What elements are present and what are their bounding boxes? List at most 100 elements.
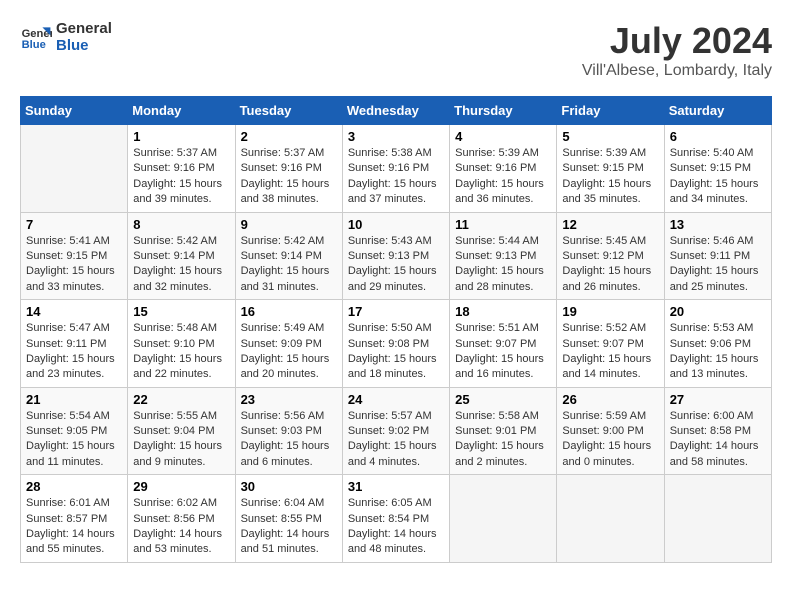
calendar-cell: 28 Sunrise: 6:01 AM Sunset: 8:57 PM Dayli…: [21, 475, 128, 563]
day-info: Sunrise: 5:59 AM Sunset: 9:00 PM Dayligh…: [562, 409, 658, 471]
calendar-cell: 23 Sunrise: 5:56 AM Sunset: 9:03 PM Dayli…: [235, 387, 342, 475]
calendar-cell: 10Sunrise: 5:43 AM Sunset: 9:13 PM Dayli…: [342, 212, 449, 300]
calendar-cell: 31 Sunrise: 6:05 AM Sunset: 8:54 PM Dayli…: [342, 475, 449, 563]
day-info: Sunrise: 5:52 AM Sunset: 9:07 PM Dayligh…: [562, 321, 658, 383]
day-number: 28: [26, 479, 122, 494]
logo-blue: Blue: [56, 37, 112, 54]
day-info: Sunrise: 5:43 AM Sunset: 9:13 PM Dayligh…: [348, 234, 444, 296]
day-number: 12: [562, 217, 658, 232]
day-info: Sunrise: 6:01 AM Sunset: 8:57 PM Dayligh…: [26, 496, 122, 558]
calendar-week-5: 28 Sunrise: 6:01 AM Sunset: 8:57 PM Dayli…: [21, 475, 772, 563]
day-number: 21: [26, 392, 122, 407]
day-number: 20: [670, 304, 766, 319]
weekday-header-wednesday: Wednesday: [342, 97, 449, 125]
calendar-cell: 26 Sunrise: 5:59 AM Sunset: 9:00 PM Dayli…: [557, 387, 664, 475]
day-info: Sunrise: 5:37 AM Sunset: 9:16 PM Dayligh…: [133, 146, 229, 208]
day-number: 23: [241, 392, 337, 407]
day-info: Sunrise: 5:53 AM Sunset: 9:06 PM Dayligh…: [670, 321, 766, 383]
day-info: Sunrise: 5:42 AM Sunset: 9:14 PM Dayligh…: [133, 234, 229, 296]
weekday-header-row: SundayMondayTuesdayWednesdayThursdayFrid…: [21, 97, 772, 125]
day-info: Sunrise: 5:58 AM Sunset: 9:01 PM Dayligh…: [455, 409, 551, 471]
calendar-cell: 20 Sunrise: 5:53 AM Sunset: 9:06 PM Dayli…: [664, 300, 771, 388]
calendar-cell: 7 Sunrise: 5:41 AM Sunset: 9:15 PM Daylig…: [21, 212, 128, 300]
calendar-cell: 24Sunrise: 5:57 AM Sunset: 9:02 PM Dayli…: [342, 387, 449, 475]
day-info: Sunrise: 5:54 AM Sunset: 9:05 PM Dayligh…: [26, 409, 122, 471]
calendar-week-2: 7 Sunrise: 5:41 AM Sunset: 9:15 PM Daylig…: [21, 212, 772, 300]
calendar-cell: 16 Sunrise: 5:49 AM Sunset: 9:09 PM Dayli…: [235, 300, 342, 388]
svg-text:Blue: Blue: [22, 39, 46, 51]
day-number: 2: [241, 129, 337, 144]
calendar-cell: 13 Sunrise: 5:46 AM Sunset: 9:11 PM Dayli…: [664, 212, 771, 300]
day-number: 4: [455, 129, 551, 144]
day-number: 17: [348, 304, 444, 319]
day-info: Sunrise: 5:50 AM Sunset: 9:08 PM Dayligh…: [348, 321, 444, 383]
day-info: Sunrise: 5:51 AM Sunset: 9:07 PM Dayligh…: [455, 321, 551, 383]
day-number: 6: [670, 129, 766, 144]
calendar-week-4: 21 Sunrise: 5:54 AM Sunset: 9:05 PM Dayli…: [21, 387, 772, 475]
weekday-header-sunday: Sunday: [21, 97, 128, 125]
day-number: 13: [670, 217, 766, 232]
calendar-cell: 12 Sunrise: 5:45 AM Sunset: 9:12 PM Dayli…: [557, 212, 664, 300]
day-number: 16: [241, 304, 337, 319]
day-number: 11: [455, 217, 551, 232]
day-info: Sunrise: 5:49 AM Sunset: 9:09 PM Dayligh…: [241, 321, 337, 383]
day-number: 15: [133, 304, 229, 319]
location: Vill'Albese, Lombardy, Italy: [582, 62, 772, 80]
weekday-header-thursday: Thursday: [450, 97, 557, 125]
weekday-header-friday: Friday: [557, 97, 664, 125]
day-info: Sunrise: 6:05 AM Sunset: 8:54 PM Dayligh…: [348, 496, 444, 558]
calendar-week-1: 1Sunrise: 5:37 AM Sunset: 9:16 PM Daylig…: [21, 125, 772, 213]
calendar-cell: 2Sunrise: 5:37 AM Sunset: 9:16 PM Daylig…: [235, 125, 342, 213]
day-number: 29: [133, 479, 229, 494]
calendar-cell: 1Sunrise: 5:37 AM Sunset: 9:16 PM Daylig…: [128, 125, 235, 213]
calendar-cell: 15 Sunrise: 5:48 AM Sunset: 9:10 PM Dayli…: [128, 300, 235, 388]
calendar-cell: [557, 475, 664, 563]
logo-icon: General Blue: [20, 21, 52, 53]
day-number: 5: [562, 129, 658, 144]
page-header: General Blue General Blue July 2024 Vill…: [20, 20, 772, 80]
day-info: Sunrise: 5:40 AM Sunset: 9:15 PM Dayligh…: [670, 146, 766, 208]
calendar-cell: [21, 125, 128, 213]
weekday-header-tuesday: Tuesday: [235, 97, 342, 125]
day-info: Sunrise: 5:55 AM Sunset: 9:04 PM Dayligh…: [133, 409, 229, 471]
day-info: Sunrise: 5:46 AM Sunset: 9:11 PM Dayligh…: [670, 234, 766, 296]
day-info: Sunrise: 5:45 AM Sunset: 9:12 PM Dayligh…: [562, 234, 658, 296]
calendar-cell: 17 Sunrise: 5:50 AM Sunset: 9:08 PM Dayli…: [342, 300, 449, 388]
calendar-cell: 14Sunrise: 5:47 AM Sunset: 9:11 PM Dayli…: [21, 300, 128, 388]
calendar-cell: [450, 475, 557, 563]
calendar-cell: 30Sunrise: 6:04 AM Sunset: 8:55 PM Dayli…: [235, 475, 342, 563]
day-info: Sunrise: 5:48 AM Sunset: 9:10 PM Dayligh…: [133, 321, 229, 383]
calendar-cell: 19Sunrise: 5:52 AM Sunset: 9:07 PM Dayli…: [557, 300, 664, 388]
day-number: 31: [348, 479, 444, 494]
calendar-cell: 9 Sunrise: 5:42 AM Sunset: 9:14 PM Daylig…: [235, 212, 342, 300]
day-number: 25: [455, 392, 551, 407]
calendar-cell: 21 Sunrise: 5:54 AM Sunset: 9:05 PM Dayli…: [21, 387, 128, 475]
day-number: 9: [241, 217, 337, 232]
title-block: July 2024 Vill'Albese, Lombardy, Italy: [582, 20, 772, 80]
logo-general: General: [56, 20, 112, 37]
calendar-cell: 25 Sunrise: 5:58 AM Sunset: 9:01 PM Dayli…: [450, 387, 557, 475]
month-title: July 2024: [582, 20, 772, 62]
logo: General Blue General Blue: [20, 20, 112, 54]
calendar-cell: [664, 475, 771, 563]
day-number: 22: [133, 392, 229, 407]
calendar-table: SundayMondayTuesdayWednesdayThursdayFrid…: [20, 96, 772, 563]
day-number: 30: [241, 479, 337, 494]
day-info: Sunrise: 5:38 AM Sunset: 9:16 PM Dayligh…: [348, 146, 444, 208]
day-info: Sunrise: 5:44 AM Sunset: 9:13 PM Dayligh…: [455, 234, 551, 296]
day-info: Sunrise: 5:42 AM Sunset: 9:14 PM Dayligh…: [241, 234, 337, 296]
calendar-cell: 4 Sunrise: 5:39 AM Sunset: 9:16 PM Daylig…: [450, 125, 557, 213]
day-number: 7: [26, 217, 122, 232]
calendar-cell: 11 Sunrise: 5:44 AM Sunset: 9:13 PM Dayli…: [450, 212, 557, 300]
day-info: Sunrise: 5:56 AM Sunset: 9:03 PM Dayligh…: [241, 409, 337, 471]
day-info: Sunrise: 5:57 AM Sunset: 9:02 PM Dayligh…: [348, 409, 444, 471]
day-info: Sunrise: 5:39 AM Sunset: 9:16 PM Dayligh…: [455, 146, 551, 208]
calendar-cell: 22 Sunrise: 5:55 AM Sunset: 9:04 PM Dayli…: [128, 387, 235, 475]
calendar-cell: 27Sunrise: 6:00 AM Sunset: 8:58 PM Dayli…: [664, 387, 771, 475]
day-number: 14: [26, 304, 122, 319]
weekday-header-saturday: Saturday: [664, 97, 771, 125]
calendar-cell: 18Sunrise: 5:51 AM Sunset: 9:07 PM Dayli…: [450, 300, 557, 388]
day-info: Sunrise: 5:39 AM Sunset: 9:15 PM Dayligh…: [562, 146, 658, 208]
day-info: Sunrise: 5:41 AM Sunset: 9:15 PM Dayligh…: [26, 234, 122, 296]
day-number: 26: [562, 392, 658, 407]
